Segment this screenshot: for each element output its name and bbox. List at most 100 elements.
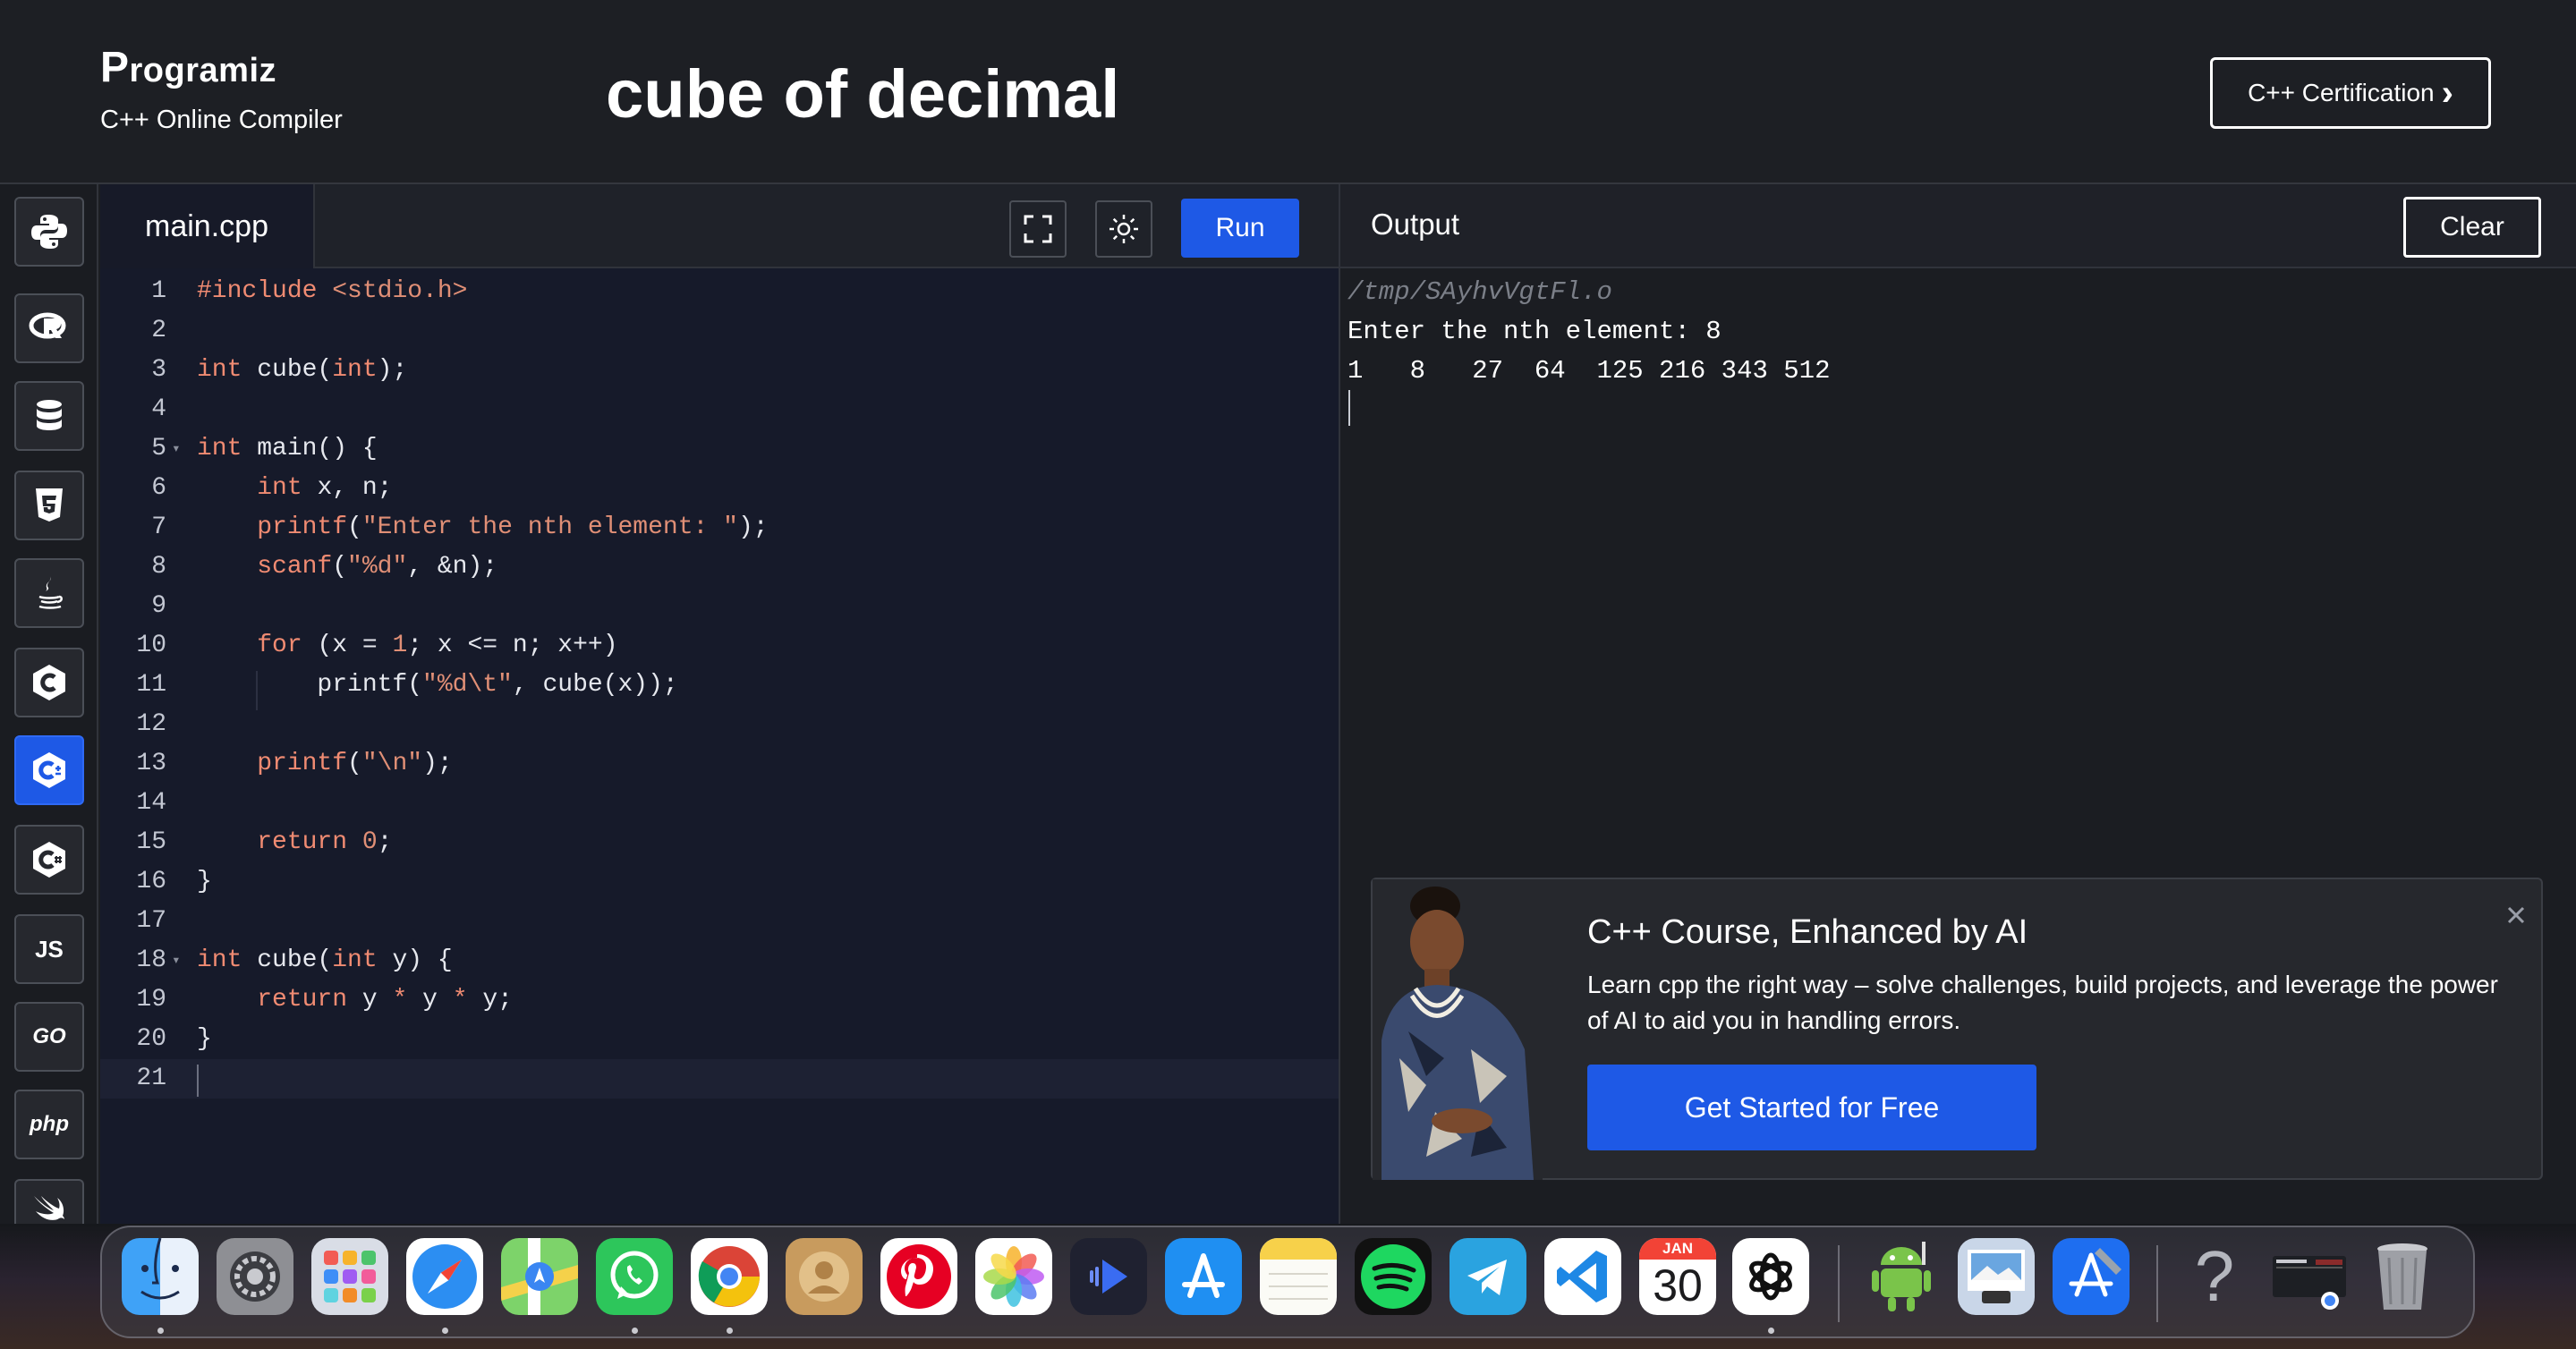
get-started-button[interactable]: Get Started for Free — [1587, 1065, 2036, 1150]
sidebar-item-swift[interactable] — [14, 1179, 84, 1224]
contacts-icon[interactable] — [786, 1238, 863, 1315]
maps-icon[interactable] — [501, 1238, 578, 1315]
code-line-active: 21 — [100, 1059, 1339, 1099]
photos-icon[interactable] — [975, 1238, 1052, 1315]
fullscreen-button[interactable] — [1009, 200, 1067, 258]
line-number: 17 — [136, 907, 166, 935]
sidebar-item-php[interactable]: php — [14, 1090, 84, 1159]
ad-title: C++ Course, Enhanced by AI — [1587, 913, 2028, 951]
code-text: return y * y * y; — [257, 986, 513, 1014]
code-area[interactable]: 1 #include <stdio.h> 2 3 int cube(int); 4 … — [100, 268, 1339, 1224]
code-text: for (x = 1; x <= n; x++) — [257, 632, 618, 659]
code-line: 15 return 0; — [100, 823, 1339, 862]
notes-icon[interactable] — [1260, 1238, 1337, 1315]
php-icon: php — [30, 1112, 69, 1136]
cert-button-label: C++ Certification — [2248, 79, 2435, 106]
code-line: 8 scanf("%d", &n); — [100, 547, 1339, 587]
fold-arrow-icon[interactable]: ▾ — [172, 429, 181, 469]
code-text: int cube(int); — [197, 356, 408, 384]
terminal-cursor[interactable] — [1348, 390, 1350, 426]
code-line: 9 — [100, 587, 1339, 626]
media-player-icon[interactable] — [1070, 1238, 1147, 1315]
code-line: 6 int x, n; — [100, 469, 1339, 508]
sidebar-item-html[interactable] — [14, 471, 84, 540]
macos-dock: JAN 30 ? — [100, 1226, 2475, 1338]
code-line: 5 ▾ int main() { — [100, 429, 1339, 469]
app-store-icon[interactable] — [1165, 1238, 1242, 1315]
code-line: 14 — [100, 784, 1339, 823]
chrome-icon[interactable] — [691, 1238, 768, 1315]
telegram-icon[interactable] — [1450, 1238, 1526, 1315]
cpp-certification-button[interactable]: C++ Certification › — [2210, 57, 2491, 129]
help-glyph: ? — [2194, 1238, 2235, 1315]
fold-arrow-icon[interactable]: ▾ — [172, 941, 181, 980]
line-number: 13 — [136, 750, 166, 777]
pinterest-icon[interactable] — [880, 1238, 957, 1315]
trash-icon[interactable] — [2364, 1238, 2441, 1315]
sidebar-item-sql[interactable] — [14, 381, 84, 451]
code-line: 1 #include <stdio.h> — [100, 272, 1339, 311]
line-number: 20 — [136, 1025, 166, 1053]
code-line: 13 printf("\n"); — [100, 744, 1339, 784]
safari-icon[interactable] — [406, 1238, 483, 1315]
sidebar-item-javascript[interactable]: JS — [14, 914, 84, 984]
code-line: 11 printf("%d\t", cube(x)); — [100, 666, 1339, 705]
logo-text: rogramiz — [129, 52, 276, 89]
java-icon — [38, 576, 63, 609]
line-number: 5 — [151, 435, 166, 462]
code-text: return 0; — [257, 828, 393, 856]
code-editor-panel: main.cpp Run 1 #include <stdio.h> 2 3 int … — [100, 184, 1339, 1224]
code-text: printf("\n"); — [257, 750, 453, 777]
help-icon[interactable]: ? — [2176, 1238, 2253, 1315]
programiz-logo[interactable]: Programiz — [100, 43, 276, 92]
sidebar-item-c[interactable] — [14, 648, 84, 717]
theme-toggle-button[interactable] — [1095, 200, 1152, 258]
chevron-right-icon: › — [2441, 73, 2453, 113]
code-text: } — [197, 868, 212, 895]
dock-separator — [2156, 1245, 2158, 1322]
code-line: 16} — [100, 862, 1339, 902]
html5-icon — [36, 488, 63, 522]
calendar-day: 30 — [1653, 1260, 1703, 1311]
calendar-icon[interactable]: JAN 30 — [1639, 1238, 1716, 1315]
code-line: 10 for (x = 1; x <= n; x++) — [100, 626, 1339, 666]
file-tab-main[interactable]: main.cpp — [100, 184, 315, 268]
android-studio-icon[interactable] — [1863, 1238, 1940, 1315]
sidebar-item-python[interactable] — [14, 197, 84, 267]
go-icon: GO — [32, 1024, 66, 1048]
editor-toolbar: main.cpp Run — [100, 184, 1339, 268]
output-prompt-line: Enter the nth element: 8 — [1348, 317, 1722, 346]
sidebar-item-csharp[interactable] — [14, 825, 84, 895]
sidebar-item-go[interactable]: GO — [14, 1002, 84, 1072]
window-thumbnail-icon[interactable] — [2271, 1238, 2348, 1315]
page-title: cube of decimal — [606, 56, 1120, 132]
spotify-icon[interactable] — [1355, 1238, 1432, 1315]
close-icon[interactable] — [2500, 899, 2532, 931]
text-cursor — [197, 1065, 199, 1097]
launchpad-icon[interactable] — [311, 1238, 388, 1315]
system-settings-icon[interactable] — [217, 1238, 293, 1315]
whatsapp-icon[interactable] — [596, 1238, 673, 1315]
clear-button[interactable]: Clear — [2403, 197, 2541, 258]
code-text: scanf("%d", &n); — [257, 553, 498, 581]
output-result-line: 1 8 27 64 125 216 343 512 — [1348, 356, 1831, 386]
code-text: } — [197, 1025, 212, 1053]
sidebar-item-r[interactable] — [14, 293, 84, 363]
finder-icon[interactable] — [122, 1238, 199, 1315]
run-button[interactable]: Run — [1181, 199, 1299, 258]
vscode-icon[interactable] — [1544, 1238, 1621, 1315]
preview-icon[interactable] — [1958, 1238, 2035, 1315]
python-icon — [31, 215, 67, 249]
running-indicator — [442, 1328, 448, 1334]
line-number: 3 — [151, 356, 166, 384]
language-sidebar: JS GO php — [0, 184, 98, 1224]
code-line: 2 — [100, 311, 1339, 351]
sidebar-item-cpp[interactable] — [14, 735, 84, 805]
xcode-icon[interactable] — [2053, 1238, 2130, 1315]
sidebar-item-java[interactable] — [14, 558, 84, 628]
chatgpt-icon[interactable] — [1732, 1238, 1809, 1315]
line-number: 6 — [151, 474, 166, 502]
line-number: 1 — [151, 277, 166, 305]
line-number: 2 — [151, 317, 166, 344]
code-text: printf("%d\t", cube(x)); — [197, 671, 678, 699]
